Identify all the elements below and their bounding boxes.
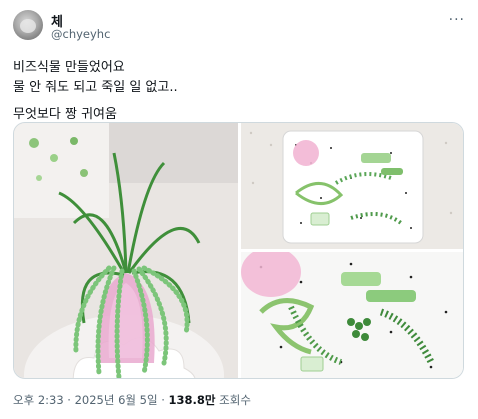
photo-bead-tray[interactable]: [241, 123, 463, 249]
post-line: 물 안 줘도 되고 죽일 일 없고..: [13, 80, 178, 95]
media-grid: [13, 122, 464, 379]
views-label: 조회수: [215, 393, 251, 407]
post-line: 비즈식물 만들었어요: [13, 60, 125, 75]
author-handle[interactable]: @chyeyhc: [51, 27, 110, 41]
views-count: 138.8만: [168, 393, 216, 407]
post-header: 체 @chyeyhc ···: [13, 10, 465, 50]
meta-separator: ·: [157, 393, 169, 407]
more-options-icon[interactable]: ···: [449, 12, 465, 28]
post-meta: 오후 2:33 · 2025년 6월 5일 · 138.8만 조회수: [13, 392, 251, 408]
post-text: 비즈식물 만들었어요 물 안 줘도 되고 죽일 일 없고.. 무엇보다 짱 귀여…: [13, 58, 463, 125]
photo-beaded-plant[interactable]: [14, 123, 238, 378]
avatar[interactable]: [13, 10, 43, 40]
post-timestamp[interactable]: 오후 2:33 · 2025년 6월 5일: [13, 393, 158, 407]
photo-bead-closeup[interactable]: [241, 252, 463, 378]
